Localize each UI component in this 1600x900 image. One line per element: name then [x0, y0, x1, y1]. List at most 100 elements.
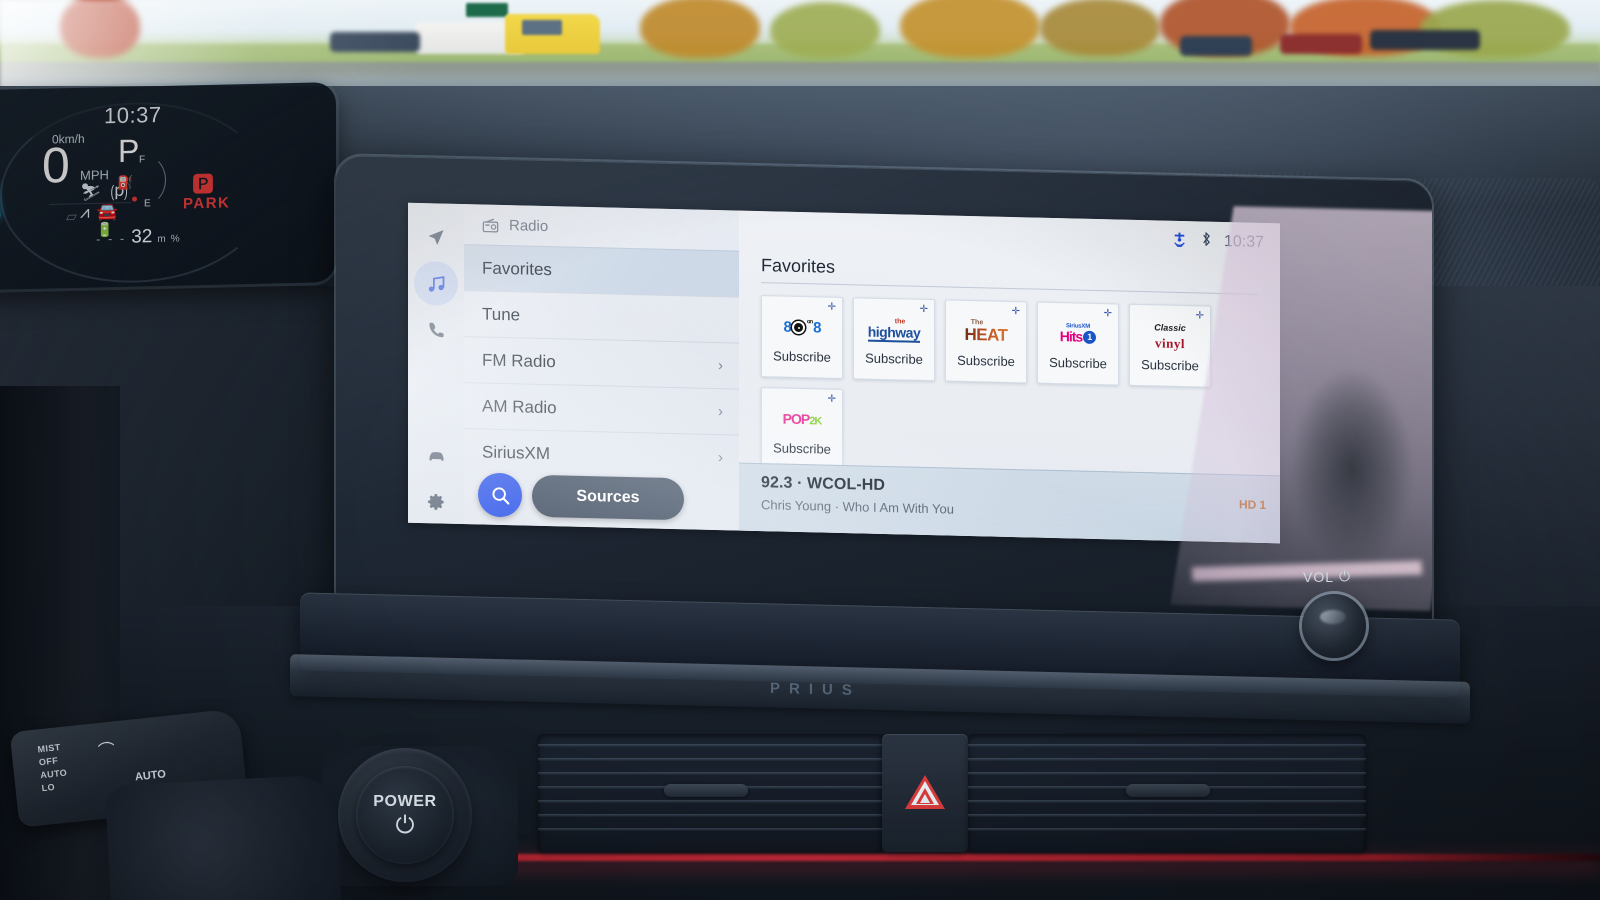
infotainment-ui[interactable]: Radio Favorites Tune FM Radio › AM Radio…: [408, 202, 1280, 544]
parked-car: [1280, 34, 1362, 54]
instrument-cluster: ▱ 10:37 0km/h 0 MPH P 🅿 PARK ⛷ ⒫ ⩘ 🚘 F E…: [0, 82, 336, 290]
vent-slat: [538, 744, 884, 747]
tile-action-label[interactable]: Subscribe: [773, 440, 831, 456]
sources-button[interactable]: Sources: [532, 474, 684, 521]
wiper-auto-label: AUTO: [134, 768, 167, 784]
tree: [900, 0, 1040, 58]
tile-action-label[interactable]: Subscribe: [865, 351, 923, 367]
favorites-grid[interactable]: ✛ 8 on 8 Subscribe ✛ the highway Subscribe: [739, 283, 1259, 481]
app-rail[interactable]: [408, 202, 464, 525]
station-logo-the-highway: the highway: [867, 317, 921, 343]
power-symbol-icon: ⏻: [1339, 568, 1352, 584]
source-header-label: Radio: [509, 216, 549, 235]
hazard-light-button[interactable]: [882, 734, 968, 852]
search-icon: [491, 486, 509, 505]
vent-slat: [968, 828, 1366, 831]
favorite-tile-classic-vinyl[interactable]: ✛ Classic vinyl Subscribe: [1129, 303, 1211, 388]
tile-action-label[interactable]: Subscribe: [1049, 355, 1107, 371]
cluster-warning-icons-row2: ⩘ 🚘: [80, 202, 118, 223]
vent-slat: [968, 772, 1366, 775]
chevron-right-icon: ›: [718, 403, 723, 421]
rail-item-settings[interactable]: [414, 479, 458, 524]
fuel-empty-label: E: [144, 198, 151, 210]
pin-icon[interactable]: ✛: [828, 302, 836, 313]
menu-actions[interactable]: Sources: [478, 472, 684, 521]
favorite-tile-the-highway[interactable]: ✛ the highway Subscribe: [853, 297, 935, 382]
source-header: Radio: [464, 204, 739, 250]
power-symbol-icon: ⏻: [395, 811, 415, 839]
infotainment-bezel: Radio Favorites Tune FM Radio › AM Radio…: [336, 155, 1432, 641]
odometer-unit: m: [157, 233, 166, 246]
prius-badge: PRIUS: [770, 679, 861, 700]
tile-action-label[interactable]: Subscribe: [773, 348, 831, 364]
vent-slat: [538, 772, 884, 775]
favorite-tile-siriusxm-hits-1[interactable]: ✛ SiriusXM Hits 1 Subscribe: [1037, 301, 1119, 386]
parked-car: [1370, 30, 1480, 50]
odometer-percent: %: [170, 233, 180, 245]
media-menu-column[interactable]: Radio Favorites Tune FM Radio › AM Radio…: [464, 204, 739, 531]
vent-slat: [968, 814, 1366, 817]
rail-item-phone[interactable]: [414, 307, 458, 352]
vent-direction-knob[interactable]: [1126, 784, 1210, 797]
menu-item-label: Favorites: [482, 258, 552, 279]
air-vent-right[interactable]: [968, 734, 1366, 852]
station-logo-siriusxm-hits-1: SiriusXM Hits 1: [1060, 318, 1097, 349]
fuel-low-icon: ⛽: [117, 174, 134, 190]
tile-action-label[interactable]: Subscribe: [957, 353, 1015, 369]
menu-item-am-radio[interactable]: AM Radio ›: [464, 382, 739, 435]
tile-action-label[interactable]: Subscribe: [1141, 357, 1199, 373]
gear-icon: [427, 493, 444, 510]
park-brake-label: PARK: [183, 194, 231, 213]
favorite-tile-pop2k[interactable]: ✛ POP 2K Subscribe: [761, 387, 843, 472]
stability-control-off-icon: ⛷: [80, 181, 102, 202]
volume-label: VOL ⏻: [1303, 568, 1351, 585]
vent-direction-knob[interactable]: [664, 784, 748, 797]
odometer-value: 32: [131, 226, 153, 248]
menu-item-label: FM Radio: [482, 350, 556, 371]
school-bus-window: [522, 20, 562, 35]
menu-item-label: AM Radio: [482, 396, 557, 417]
vent-slat: [538, 800, 884, 803]
pin-icon[interactable]: ✛: [1104, 308, 1112, 319]
vent-slat: [538, 814, 884, 817]
fuel-full-label: F: [139, 154, 146, 166]
wiper-icon: ⌒: [97, 740, 117, 762]
pin-icon[interactable]: ✛: [920, 304, 928, 315]
tree: [770, 2, 880, 58]
station-logo-80s-on-8: 8 on 8: [783, 318, 821, 337]
air-vent-left[interactable]: [538, 734, 884, 852]
search-button[interactable]: [478, 472, 522, 518]
pin-icon[interactable]: ✛: [1012, 306, 1020, 317]
lane-departure-icon: ⩘: [80, 202, 90, 222]
station-logo-the-heat: The HEAT: [964, 318, 1008, 345]
power-button-label: POWER: [373, 792, 437, 810]
road-sign: [466, 3, 508, 17]
phone-icon: [428, 322, 444, 337]
tree: [640, 0, 760, 58]
menu-item-tune[interactable]: Tune: [464, 290, 739, 343]
hazard-triangle-icon: [905, 775, 945, 811]
favorite-tile-80s-on-8[interactable]: ✛ 8 on 8 Subscribe: [761, 295, 843, 380]
favorite-tile-the-heat[interactable]: ✛ The HEAT Subscribe: [945, 299, 1027, 384]
screen-reflected-tree: [1292, 367, 1412, 571]
station-logo-classic-vinyl: Classic vinyl: [1154, 322, 1186, 352]
chevron-right-icon: ›: [718, 449, 723, 467]
menu-item-fm-radio[interactable]: FM Radio ›: [464, 336, 739, 389]
rail-item-vehicle[interactable]: [414, 433, 458, 478]
volume-knob[interactable]: [1302, 594, 1366, 658]
power-button[interactable]: POWER ⏻: [356, 766, 454, 864]
vent-slat: [968, 758, 1366, 761]
parked-car: [1180, 36, 1252, 56]
dashboard: ▱ 10:37 0km/h 0 MPH P 🅿 PARK ⛷ ⒫ ⩘ 🚘 F E…: [0, 82, 1600, 900]
odometer: - - - 32 m %: [96, 226, 180, 250]
menu-item-favorites[interactable]: Favorites: [464, 244, 739, 297]
car-icon: [429, 451, 443, 461]
cluster-clock: 10:37: [104, 101, 162, 129]
bluetooth-icon: [1200, 230, 1212, 252]
rail-item-navigation[interactable]: [414, 215, 458, 260]
pin-icon[interactable]: ✛: [1196, 310, 1204, 321]
rail-item-media[interactable]: [414, 260, 458, 306]
satellite-radio-icon: [1171, 231, 1188, 250]
pin-icon[interactable]: ✛: [828, 394, 836, 405]
menu-item-label: SiriusXM: [482, 442, 551, 463]
